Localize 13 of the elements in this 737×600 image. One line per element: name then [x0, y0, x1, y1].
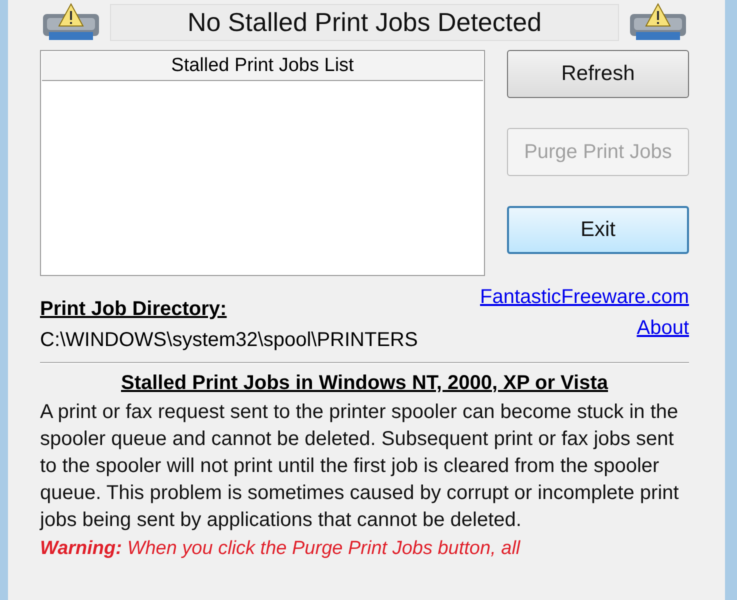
link[interactable]: About: [636, 317, 689, 340]
list-header: Stalled Print Jobs List: [42, 52, 483, 81]
button[interactable]: Refresh: [507, 50, 689, 98]
printer-warning-icon: [627, 2, 689, 42]
info-text: A print or fax request sent to the printer spooler can become stuck in the spooler queue and cannot be deleted. Subsequent print or fax jobs sent to the spooler will not print until the first job is cleared from the spooler queue. This problem is sometimes caused by corrupt or incomplete print jobs being sent by applications that cannot be deleted.: [40, 400, 680, 533]
directory-path: C:\WINDOWS\system32\spool\PRINTERS: [40, 329, 418, 352]
link[interactable]: FantasticFreeware.com: [480, 286, 689, 309]
status-title: No Stalled Print Jobs Detected: [110, 4, 619, 40]
printer-warning-icon: [40, 2, 102, 42]
warning-text: Warning: When you click the Purge Print Jobs button, all: [40, 538, 522, 560]
directory-label: Print Job Directory:: [40, 298, 228, 321]
button[interactable]: Exit: [507, 206, 689, 254]
info-heading: Stalled Print Jobs in Windows NT, 2000, XP or Vista: [120, 372, 610, 395]
